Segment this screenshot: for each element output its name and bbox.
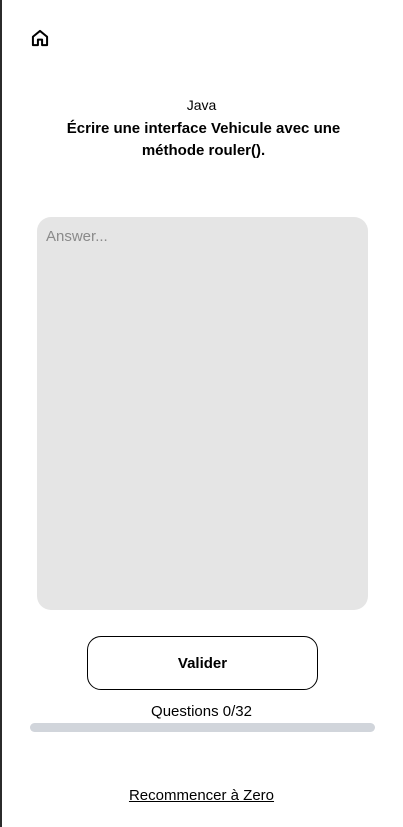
restart-link[interactable]: Recommencer à Zero <box>0 787 403 805</box>
home-button[interactable] <box>28 26 52 50</box>
home-icon <box>31 29 49 47</box>
validate-button[interactable]: Valider <box>87 636 318 690</box>
question-text: Écrire une interface Vehicule avec une m… <box>66 120 341 159</box>
quiz-subject: Java <box>186 97 217 113</box>
progress-label: Questions 0/32 <box>151 703 252 720</box>
progress-bar <box>30 723 375 732</box>
answer-input[interactable] <box>37 217 368 610</box>
